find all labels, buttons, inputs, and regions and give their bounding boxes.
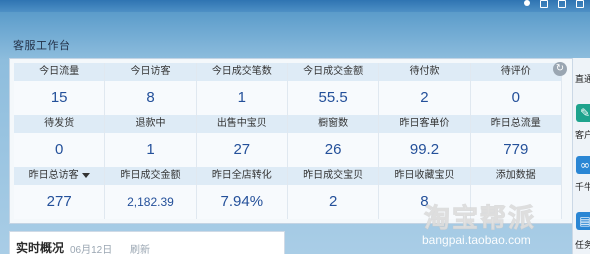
stat-value: 1 [196,81,287,115]
stat-value: 1 [105,133,196,167]
right-sidebar: 直通 ✎ 客户 ∞ 千牛 ▤ 任务 [572,58,590,254]
stat-label: 待评价 [470,63,561,81]
stat-cell-refunding[interactable]: 退款中 1 [105,115,197,167]
stats-grid: 今日流量 15 今日访客 8 今日成交笔数 1 今日成交金额 55.5 待付款 … [14,63,562,219]
window-controls [524,0,584,10]
stat-cell-today-orders[interactable]: 今日成交笔数 1 [196,63,288,115]
stat-cell-items-on-sale[interactable]: 出售中宝贝 27 [196,115,288,167]
stat-cell-yesterday-conversion[interactable]: 昨日全店转化 7.94% [196,167,288,219]
close-icon[interactable] [576,0,584,8]
stat-label: 昨日收藏宝贝 [379,167,470,185]
stat-value: 0 [14,133,105,167]
rail-item-direct[interactable]: 直通 [575,72,590,85]
stat-cell-yesterday-sold-items[interactable]: 昨日成交宝贝 2 [287,167,380,219]
stat-label: 昨日成交金额 [105,167,196,185]
stat-value: 0 [470,81,561,115]
stat-label: 今日流量 [14,63,105,81]
stat-cell-yesterday-visitors[interactable]: 昨日总访客 277 [14,167,106,219]
stat-cell-today-traffic[interactable]: 今日流量 15 [14,63,106,115]
watermark-url: bangpai.taobao.com [422,233,531,247]
pencil-icon[interactable]: ✎ [576,104,590,122]
rail-item-task[interactable]: 任务 [575,238,590,251]
card-date: 06月12日 [70,245,113,254]
stat-label: 昨日成交宝贝 [287,167,379,185]
stat-cell-yesterday-avg-order[interactable]: 昨日客单价 99.2 [379,115,471,167]
stat-label: 退款中 [105,115,196,133]
status-dot-icon[interactable] [524,0,530,6]
stat-cell-pending-shipment[interactable]: 待发货 0 [14,115,106,167]
stat-label: 待发货 [14,115,105,133]
card-refresh-link[interactable]: 刷新 [130,241,150,254]
stat-label: 待付款 [379,63,470,81]
realtime-overview-card: 实时概况 06月12日 刷新 [9,231,285,254]
stat-cell-yesterday-favorites[interactable]: 昨日收藏宝贝 8 [379,167,471,219]
stat-value: 2,182.39 [105,185,196,219]
stat-value: 277 [14,185,105,219]
add-data-label[interactable]: 添加数据 [470,167,561,185]
add-data-cell[interactable]: 添加数据 [470,167,562,219]
maximize-icon[interactable] [558,0,566,8]
stat-label: 昨日全店转化 [196,167,287,185]
minimize-icon[interactable] [540,0,548,8]
stat-value: 55.5 [287,81,379,115]
stat-label: 橱窗数 [287,115,379,133]
stat-label: 昨日总流量 [470,115,561,133]
stat-cell-pending-review[interactable]: 待评价 0 [470,63,562,115]
stat-cell-showcase-count[interactable]: 橱窗数 26 [287,115,380,167]
rail-item-customer[interactable]: 客户 [575,128,590,141]
stat-value: 8 [105,81,196,115]
stat-label: 今日成交金额 [287,63,379,81]
stat-value: 2 [379,81,470,115]
stat-cell-yesterday-traffic[interactable]: 昨日总流量 779 [470,115,562,167]
stat-value: 99.2 [379,133,470,167]
card-title: 实时概况 [16,241,65,254]
link-icon[interactable]: ∞ [576,156,590,174]
stat-value: 2 [287,185,379,219]
page-title: 客服工作台 [13,40,71,52]
task-icon[interactable]: ▤ [576,212,590,230]
stat-value-empty [470,185,561,219]
refresh-icon[interactable]: ↻ [553,62,567,76]
stat-label-text: 昨日总访客 [28,170,79,181]
stat-value: 26 [287,133,379,167]
stat-label: 今日成交笔数 [196,63,287,81]
stat-label: 昨日客单价 [379,115,470,133]
stat-cell-pending-payment[interactable]: 待付款 2 [379,63,471,115]
stat-label-sortable[interactable]: 昨日总访客 [14,167,105,185]
stat-cell-today-visitors[interactable]: 今日访客 8 [105,63,197,115]
stat-value: 779 [470,133,561,167]
stat-label: 今日访客 [105,63,196,81]
stat-label: 出售中宝贝 [196,115,287,133]
stat-value: 15 [14,81,105,115]
sort-down-icon[interactable] [81,172,90,178]
window-top-bar [0,0,590,12]
stat-value: 7.94% [196,185,287,219]
rail-item-qianniu[interactable]: 千牛 [575,180,590,193]
stat-cell-yesterday-amount[interactable]: 昨日成交金额 2,182.39 [105,167,197,219]
stat-value: 8 [379,185,470,219]
stat-cell-today-amount[interactable]: 今日成交金额 55.5 [287,63,380,115]
stats-panel: ↻ 今日流量 15 今日访客 8 今日成交笔数 1 今日成交金额 55.5 待付… [9,58,573,224]
stat-value: 27 [196,133,287,167]
